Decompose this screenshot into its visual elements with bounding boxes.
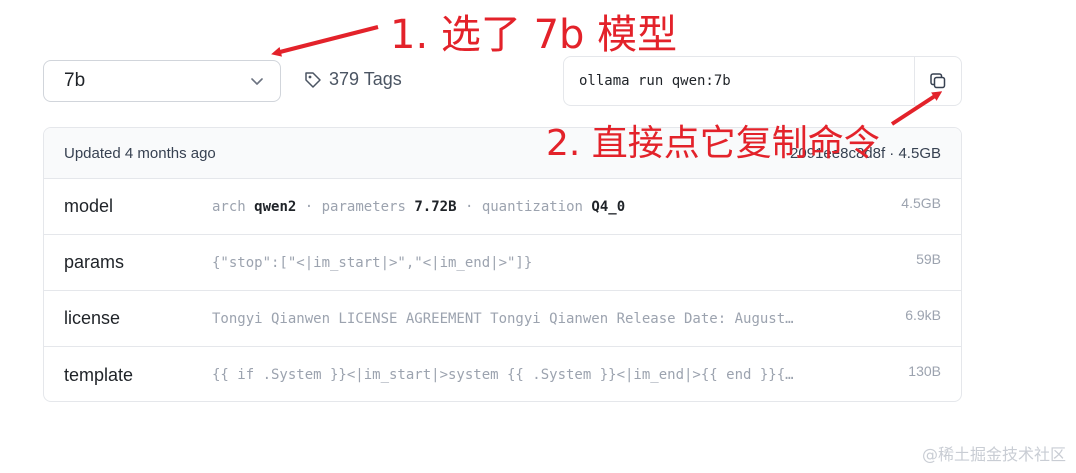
chevron-down-icon [251,78,263,85]
annotation-step-1: 1. 选了 7b 模型 [390,12,678,58]
layer-content: {"stop":["<|im_start|>","<|im_end|>"]} [212,254,533,271]
arrow-to-selector [271,25,379,57]
layer-size: 130B [908,363,941,379]
parameters-key: parameters [321,198,406,215]
layer-name: template [64,364,134,385]
quantization-value: Q4_0 [591,198,626,215]
layer-row-license[interactable]: license Tongyi Qianwen LICENSE AGREEMENT… [44,291,961,347]
layer-content: arch qwen2 · parameters 7.72B · quantiza… [212,199,797,215]
layer-size: 6.9kB [905,307,941,323]
tag-icon [305,71,321,88]
layer-row-model[interactable]: model arch qwen2 · parameters 7.72B · qu… [44,179,961,235]
tag-select[interactable]: 7b [43,60,281,102]
layer-name: model [64,196,114,216]
copy-icon [930,73,946,89]
layer-name: params [64,252,125,272]
layer-row-params[interactable]: params {"stop":["<|im_start|>","<|im_end… [44,235,961,291]
command-text[interactable]: ollama run qwen:7b [564,73,914,89]
separator: · [464,198,474,215]
annotation-step-2: 2. 直接点它复制命令 [546,123,880,164]
arch-key: arch [212,198,246,215]
layer-name: license [64,308,121,328]
layer-content: Tongyi Qianwen LICENSE AGREEMENT Tongyi … [212,310,797,327]
layer-size: 4.5GB [901,195,941,211]
layer-size: 59B [916,251,941,267]
layer-content: {{ if .System }}<|im_start|>system {{ .S… [212,367,797,383]
watermark: @稀土掘金技术社区 [921,445,1066,464]
updated-label: Updated 4 months ago [64,144,216,162]
command-box: ollama run qwen:7b [563,56,962,106]
separator: · [304,198,314,215]
tags-link[interactable]: 379 Tags [303,69,402,90]
layer-row-template[interactable]: template {{ if .System }}<|im_start|>sys… [44,347,961,401]
model-layers-card: Updated 4 months ago 2091ee8c8d8f · 4.5G… [43,127,962,402]
tags-count-label: 379 Tags [329,69,402,89]
arch-value: qwen2 [254,198,297,215]
quantization-key: quantization [481,198,583,215]
parameters-value: 7.72B [414,198,457,215]
copy-button[interactable] [914,57,961,105]
tag-select-value: 7b [64,70,86,91]
